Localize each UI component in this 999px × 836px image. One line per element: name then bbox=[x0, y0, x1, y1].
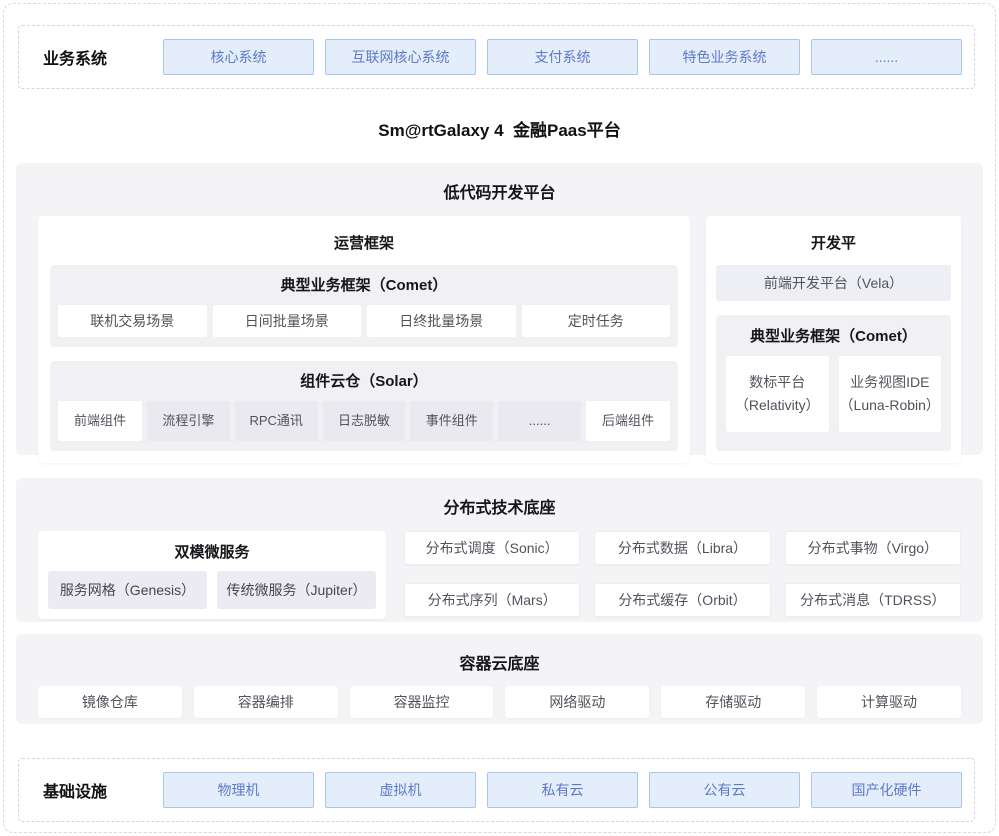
chip-classic-microservice-jupiter[interactable]: 传统微服务（Jupiter） bbox=[217, 571, 376, 609]
dev-card-luna-robin-line2: （Luna-Robin） bbox=[840, 394, 940, 417]
cell-image-registry[interactable]: 镜像仓库 bbox=[38, 686, 182, 718]
comet-chip-day-batch[interactable]: 日间批量场景 bbox=[213, 305, 362, 337]
cell-storage-driver[interactable]: 存储驱动 bbox=[661, 686, 805, 718]
solar-chip-workflow-engine[interactable]: 流程引擎 bbox=[147, 401, 230, 441]
lowcode-panel: 低代码开发平台 运营框架 典型业务框架（Comet） 联机交易场景 日间批量场景… bbox=[16, 163, 983, 455]
biz-chip-more[interactable]: ...... bbox=[811, 39, 962, 75]
infra-chip-physical-machine[interactable]: 物理机 bbox=[163, 772, 314, 808]
cell-container-monitoring[interactable]: 容器监控 bbox=[350, 686, 494, 718]
biz-chip-special[interactable]: 特色业务系统 bbox=[649, 39, 800, 75]
container-cloud-row: 镜像仓库 容器编排 容器监控 网络驱动 存储驱动 计算驱动 bbox=[16, 674, 983, 718]
biz-chip-payment[interactable]: 支付系统 bbox=[487, 39, 638, 75]
infra-chip-virtual-machine[interactable]: 虚拟机 bbox=[325, 772, 476, 808]
solar-chip-log-masking[interactable]: 日志脱敏 bbox=[323, 401, 406, 441]
dual-microservice-title: 双模微服务 bbox=[48, 537, 376, 571]
dual-chip-row: 服务网格（Genesis） 传统微服务（Jupiter） bbox=[48, 571, 376, 609]
ops-framework-title: 运营框架 bbox=[50, 226, 678, 265]
dev-card-row: 数标平台 （Relativity） 业务视图IDE （Luna-Robin） bbox=[726, 356, 941, 432]
dev-card-luna-robin[interactable]: 业务视图IDE （Luna-Robin） bbox=[839, 356, 942, 432]
dev-comet-panel: 典型业务框架（Comet） 数标平台 （Relativity） 业务视图IDE … bbox=[716, 315, 951, 451]
ops-framework-panel: 运营框架 典型业务框架（Comet） 联机交易场景 日间批量场景 日终批量场景 … bbox=[38, 216, 690, 463]
dev-card-relativity[interactable]: 数标平台 （Relativity） bbox=[726, 356, 829, 432]
infra-chip-domestic-hardware[interactable]: 国产化硬件 bbox=[811, 772, 962, 808]
dev-platform-title: 开发平 bbox=[716, 226, 951, 257]
distributed-panel: 分布式技术底座 双模微服务 服务网格（Genesis） 传统微服务（Jupite… bbox=[16, 478, 983, 622]
cell-network-driver[interactable]: 网络驱动 bbox=[505, 686, 649, 718]
cell-dist-sequence-mars[interactable]: 分布式序列（Mars） bbox=[404, 583, 580, 617]
dev-card-relativity-line1: 数标平台 bbox=[749, 371, 805, 394]
distributed-title: 分布式技术底座 bbox=[16, 478, 983, 518]
vela-chip[interactable]: 前端开发平台（Vela） bbox=[716, 265, 951, 301]
chip-service-mesh-genesis[interactable]: 服务网格（Genesis） bbox=[48, 571, 207, 609]
solar-chip-more[interactable]: ...... bbox=[498, 401, 581, 441]
infrastructure-label: 基础设施 bbox=[19, 778, 163, 802]
business-systems-label: 业务系统 bbox=[19, 45, 163, 69]
distributed-grid: 分布式调度（Sonic） 分布式数据（Libra） 分布式事物（Virgo） 分… bbox=[404, 531, 961, 619]
business-systems-buttons: 核心系统 互联网核心系统 支付系统 特色业务系统 ...... bbox=[163, 39, 962, 75]
cell-dist-scheduling-sonic[interactable]: 分布式调度（Sonic） bbox=[404, 531, 580, 565]
lowcode-title: 低代码开发平台 bbox=[16, 163, 983, 203]
infra-chip-public-cloud[interactable]: 公有云 bbox=[649, 772, 800, 808]
dev-card-relativity-line2: （Relativity） bbox=[735, 394, 820, 417]
lowcode-body: 运营框架 典型业务框架（Comet） 联机交易场景 日间批量场景 日终批量场景 … bbox=[16, 203, 983, 463]
solar-chip-backend[interactable]: 后端组件 bbox=[586, 401, 670, 441]
solar-chip-row: 前端组件 流程引擎 RPC通讯 日志脱敏 事件组件 ...... 后端组件 bbox=[58, 401, 670, 441]
solar-chip-frontend[interactable]: 前端组件 bbox=[58, 401, 142, 441]
solar-title: 组件云仓（Solar） bbox=[58, 370, 670, 401]
dev-platform-panel: 开发平 前端开发平台（Vela） 典型业务框架（Comet） 数标平台 （Rel… bbox=[706, 216, 961, 463]
biz-chip-internet-core[interactable]: 互联网核心系统 bbox=[325, 39, 476, 75]
business-systems-box: 业务系统 核心系统 互联网核心系统 支付系统 特色业务系统 ...... bbox=[18, 25, 975, 89]
container-cloud-title: 容器云底座 bbox=[16, 634, 983, 674]
biz-chip-core[interactable]: 核心系统 bbox=[163, 39, 314, 75]
platform-title: Sm@rtGalaxy 4 金融Paas平台 bbox=[0, 116, 999, 141]
cell-dist-message-tdrss[interactable]: 分布式消息（TDRSS） bbox=[785, 583, 961, 617]
solar-chip-rpc[interactable]: RPC通讯 bbox=[235, 401, 318, 441]
solar-chip-event[interactable]: 事件组件 bbox=[410, 401, 493, 441]
infra-chip-private-cloud[interactable]: 私有云 bbox=[487, 772, 638, 808]
solar-panel: 组件云仓（Solar） 前端组件 流程引擎 RPC通讯 日志脱敏 事件组件 ..… bbox=[50, 361, 678, 451]
comet-chip-online-trade[interactable]: 联机交易场景 bbox=[58, 305, 207, 337]
comet-chip-eod-batch[interactable]: 日终批量场景 bbox=[367, 305, 516, 337]
container-cloud-panel: 容器云底座 镜像仓库 容器编排 容器监控 网络驱动 存储驱动 计算驱动 bbox=[16, 634, 983, 724]
distributed-body: 双模微服务 服务网格（Genesis） 传统微服务（Jupiter） 分布式调度… bbox=[16, 518, 983, 619]
cell-dist-cache-orbit[interactable]: 分布式缓存（Orbit） bbox=[594, 583, 770, 617]
infrastructure-buttons: 物理机 虚拟机 私有云 公有云 国产化硬件 bbox=[163, 772, 962, 808]
comet-framework-title: 典型业务框架（Comet） bbox=[58, 274, 670, 305]
cell-dist-data-libra[interactable]: 分布式数据（Libra） bbox=[594, 531, 770, 565]
comet-framework-panel: 典型业务框架（Comet） 联机交易场景 日间批量场景 日终批量场景 定时任务 bbox=[50, 265, 678, 347]
dev-comet-title: 典型业务框架（Comet） bbox=[726, 325, 941, 350]
cell-container-orchestration[interactable]: 容器编排 bbox=[194, 686, 338, 718]
cell-dist-transaction-virgo[interactable]: 分布式事物（Virgo） bbox=[785, 531, 961, 565]
dual-microservice-card: 双模微服务 服务网格（Genesis） 传统微服务（Jupiter） bbox=[38, 531, 386, 619]
comet-chip-row: 联机交易场景 日间批量场景 日终批量场景 定时任务 bbox=[58, 305, 670, 337]
infrastructure-box: 基础设施 物理机 虚拟机 私有云 公有云 国产化硬件 bbox=[18, 758, 975, 822]
comet-chip-timed-task[interactable]: 定时任务 bbox=[522, 305, 671, 337]
cell-compute-driver[interactable]: 计算驱动 bbox=[817, 686, 961, 718]
dev-card-luna-robin-line1: 业务视图IDE bbox=[850, 371, 929, 394]
